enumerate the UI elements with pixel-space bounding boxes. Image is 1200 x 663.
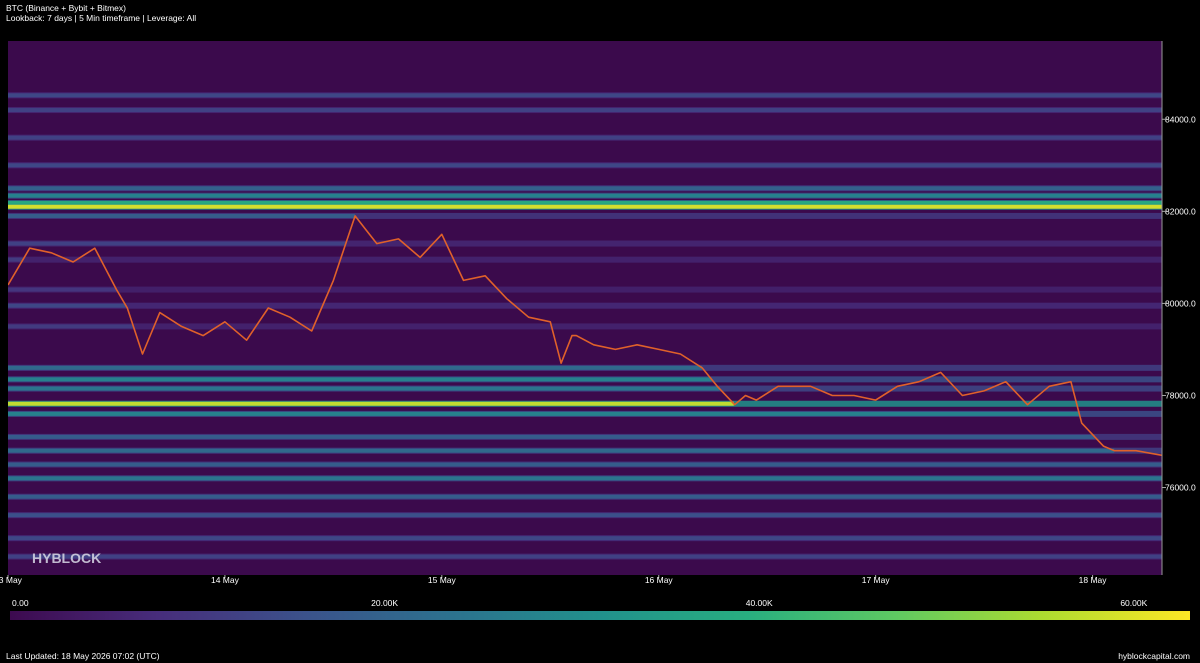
heatmap-level [8, 386, 720, 391]
heatmap-level [8, 377, 712, 382]
heatmap-band [8, 302, 1162, 309]
colorbar [10, 611, 1190, 620]
x-tick-label: 13 May [0, 575, 23, 585]
colorbar-tick-label: 40.00K [746, 598, 773, 608]
heatmap-level [8, 536, 1162, 541]
heatmap-level [8, 108, 1162, 113]
heatmap-level [8, 476, 1162, 481]
heatmap-level [8, 287, 117, 292]
colorbar-tick-label: 0.00 [12, 598, 29, 608]
colorbar-tick-label: 20.00K [371, 598, 398, 608]
heatmap-band [8, 286, 1162, 293]
heatmap-level [8, 411, 1080, 416]
heatmap-level [8, 193, 1162, 198]
y-tick-label: 78000.0 [1165, 390, 1196, 400]
heatmap-level [8, 554, 1162, 559]
y-tick-label: 80000.0 [1165, 298, 1196, 308]
site-link[interactable]: hyblockcapital.com [1118, 651, 1190, 661]
heatmap-level [8, 213, 356, 218]
heatmap-level [8, 324, 134, 329]
x-tick-label: 18 May [1079, 575, 1108, 585]
heatmap-level [8, 135, 1162, 140]
colorbar-tick-label: 60.00K [1120, 598, 1147, 608]
y-tick-label: 82000.0 [1165, 206, 1196, 216]
y-tick-label: 84000.0 [1165, 114, 1196, 124]
heatmap-level [8, 462, 1162, 467]
heatmap-level [8, 365, 703, 370]
heatmap-level [8, 186, 1162, 191]
heatmap-level [8, 401, 734, 406]
heatmap-level [8, 494, 1162, 499]
last-updated-text: Last Updated: 18 May 2026 07:02 (UTC) [6, 651, 160, 661]
liquidation-heatmap-chart[interactable]: 76000.0 78000.0 80000.0 82000.0 84000.0 13 M… [0, 0, 1200, 663]
watermark-logo: HYBLOCK [32, 550, 101, 566]
heatmap-level [8, 241, 346, 246]
heatmap-level [8, 448, 1115, 453]
x-tick-label: 17 May [862, 575, 891, 585]
heatmap-level [8, 513, 1162, 518]
x-tick-label: 14 May [211, 575, 240, 585]
heatmap-level [8, 93, 1162, 98]
x-tick-label: 15 May [428, 575, 457, 585]
heatmap-level [8, 257, 23, 262]
heatmap-level [8, 204, 1162, 209]
heatmap-level [8, 163, 1162, 168]
heatmap-level [8, 303, 126, 308]
y-tick-label: 76000.0 [1165, 483, 1196, 493]
x-tick-label: 16 May [645, 575, 674, 585]
heatmap-level [8, 434, 1095, 439]
heatmap-band [8, 256, 1162, 263]
